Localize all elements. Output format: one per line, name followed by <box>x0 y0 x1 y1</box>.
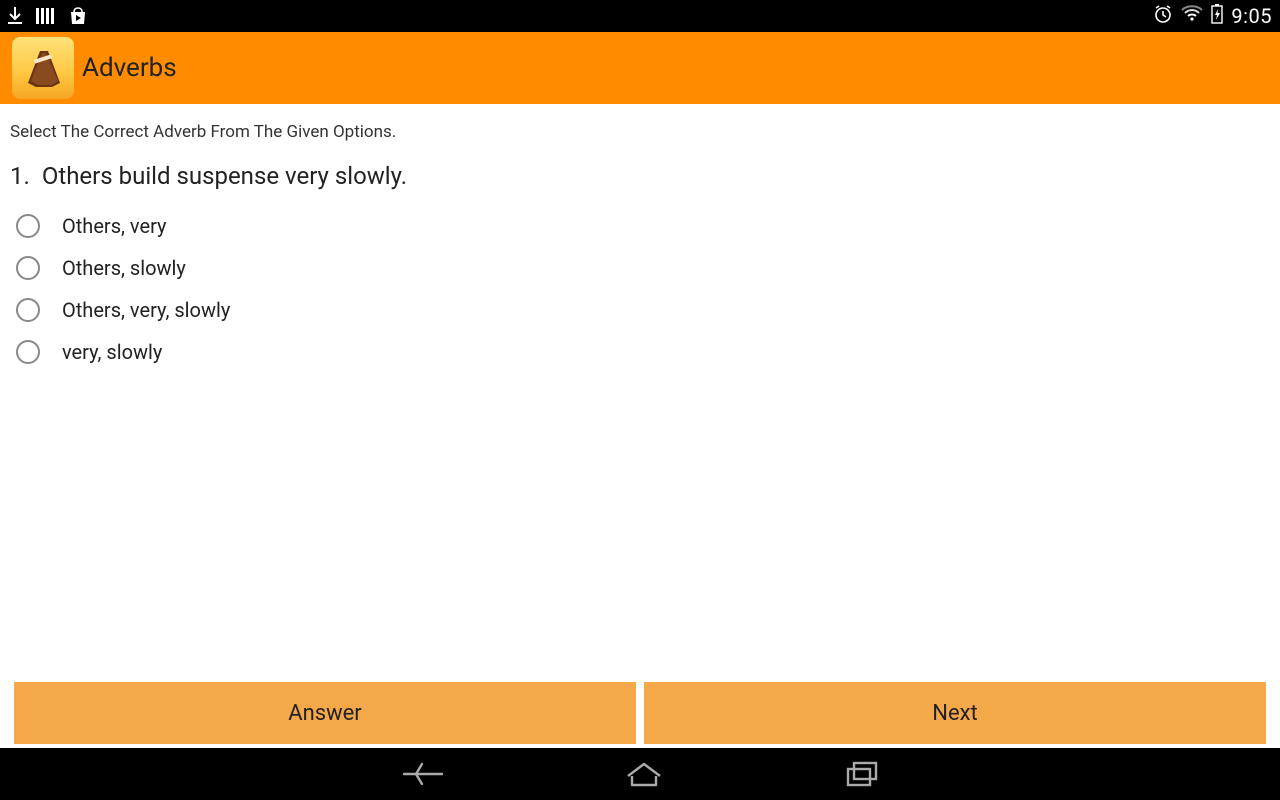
next-button[interactable]: Next <box>644 682 1266 744</box>
option-label: Others, very, slowly <box>62 298 230 322</box>
option-4[interactable]: very, slowly <box>16 340 1270 364</box>
home-icon[interactable] <box>624 760 664 788</box>
question-row: 1. Others build suspense very slowly. <box>10 162 1270 190</box>
option-label: Others, very <box>62 214 167 238</box>
bottom-buttons: Answer Next <box>10 678 1270 748</box>
navigation-bar <box>0 748 1280 800</box>
barcode-icon <box>36 7 54 25</box>
status-time: 9:05 <box>1231 4 1272 28</box>
question-text: Others build suspense very slowly. <box>42 162 407 190</box>
radio-icon[interactable] <box>16 340 40 364</box>
app-bar: Adverbs <box>0 32 1280 104</box>
instruction-text: Select The Correct Adverb From The Given… <box>10 122 1270 142</box>
answer-button[interactable]: Answer <box>14 682 636 744</box>
options-list: Others, very Others, slowly Others, very… <box>10 214 1270 364</box>
wifi-icon <box>1181 5 1203 28</box>
app-icon <box>12 37 74 99</box>
recent-apps-icon[interactable] <box>844 760 880 788</box>
radio-icon[interactable] <box>16 214 40 238</box>
battery-charging-icon <box>1211 4 1223 29</box>
alarm-icon <box>1153 4 1173 29</box>
download-icon <box>8 7 22 25</box>
status-left <box>8 7 88 25</box>
radio-icon[interactable] <box>16 298 40 322</box>
status-right: 9:05 <box>1153 4 1272 29</box>
option-2[interactable]: Others, slowly <box>16 256 1270 280</box>
question-number: 1. <box>10 162 30 190</box>
radio-icon[interactable] <box>16 256 40 280</box>
option-label: very, slowly <box>62 340 162 364</box>
option-1[interactable]: Others, very <box>16 214 1270 238</box>
status-bar: 9:05 <box>0 0 1280 32</box>
content-area: Select The Correct Adverb From The Given… <box>0 104 1280 748</box>
option-label: Others, slowly <box>62 256 186 280</box>
play-store-icon <box>68 7 88 25</box>
back-icon[interactable] <box>400 760 444 788</box>
page-title: Adverbs <box>82 53 177 83</box>
option-3[interactable]: Others, very, slowly <box>16 298 1270 322</box>
